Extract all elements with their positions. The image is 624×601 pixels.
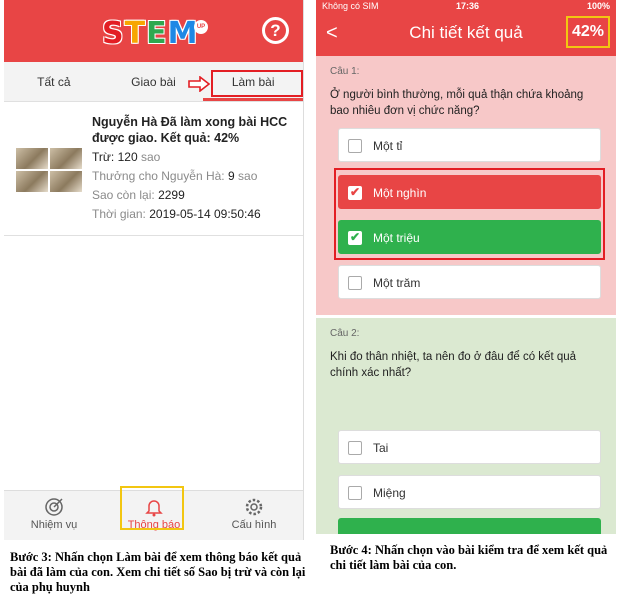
deduct-row: Trừ: 120 sao <box>92 150 161 164</box>
q1-option-4[interactable]: Một trăm <box>338 265 601 299</box>
remain-row: Sao còn lại: 2299 <box>92 188 185 202</box>
question-2-text: Khi đo thân nhiệt, ta nên đo ở đâu để có… <box>330 351 577 379</box>
carrier-text: Không có SIM <box>322 1 379 11</box>
notifications-highlight <box>120 486 184 530</box>
step4-caption: Bước 4: Nhấn chọn vào bài kiểm tra để xe… <box>330 543 608 572</box>
tab-done-highlight <box>211 70 303 97</box>
gear-icon <box>245 498 263 516</box>
checkbox-icon <box>348 139 362 153</box>
clock-text: 17:36 <box>456 1 480 11</box>
app-header: STEM UP ? <box>4 0 303 62</box>
battery-text: 100% <box>586 1 610 11</box>
card-title: Nguyễn Hà Đã làm xong bài HCC được giao.… <box>92 115 288 145</box>
nav-tasks[interactable]: Nhiệm vụ <box>4 491 104 540</box>
q1-option-1[interactable]: Một tỉ <box>338 128 601 162</box>
nav-settings[interactable]: Cấu hình <box>204 491 303 540</box>
right-phone-screen: Không có SIM 17:36 100% < Chi tiết kết q… <box>316 0 616 534</box>
q2-option-2[interactable]: Miệng <box>338 475 601 509</box>
left-phone-screen: STEM UP ? Tất cả Giao bài Làm bài Nguyễn… <box>4 0 304 540</box>
stem-logo: STEM <box>102 16 199 51</box>
q2-option-1[interactable]: Tai <box>338 430 601 464</box>
question-1-label: Câu 1: <box>330 66 360 77</box>
reward-row: Thưởng cho Nguyễn Hà: 9 sao <box>92 169 258 183</box>
help-button[interactable]: ? <box>262 17 289 44</box>
thumbnail-image <box>16 148 82 192</box>
step3-caption: Bước 3: Nhấn chọn Làm bài để xem thông b… <box>10 550 306 594</box>
arrow-right-icon <box>188 76 210 92</box>
status-bar: Không có SIM 17:36 100% <box>316 0 616 14</box>
question-1-text: Ở người bình thường, mỗi quả thận chứa k… <box>330 89 584 117</box>
answer-highlight <box>334 168 605 260</box>
tab-bar: Tất cả Giao bài Làm bài <box>4 62 303 102</box>
score-badge: 42% <box>566 16 610 48</box>
time-row: Thời gian: 2019-05-14 09:50:46 <box>92 207 261 221</box>
result-notification-card[interactable]: Nguyễn Hà Đã làm xong bài HCC được giao.… <box>4 106 303 236</box>
logo-up-badge: UP <box>194 20 208 34</box>
checkbox-icon <box>348 441 362 455</box>
screenshot-root: STEM UP ? Tất cả Giao bài Làm bài Nguyễn… <box>0 0 624 601</box>
detail-nav-bar: < Chi tiết kết quả 42% <box>316 14 616 56</box>
target-icon <box>45 498 63 516</box>
q2-option-3[interactable] <box>338 518 601 534</box>
question-2-label: Câu 2: <box>330 328 360 339</box>
checkbox-icon <box>348 486 362 500</box>
tab-all[interactable]: Tất cả <box>4 62 104 101</box>
checkbox-icon <box>348 276 362 290</box>
